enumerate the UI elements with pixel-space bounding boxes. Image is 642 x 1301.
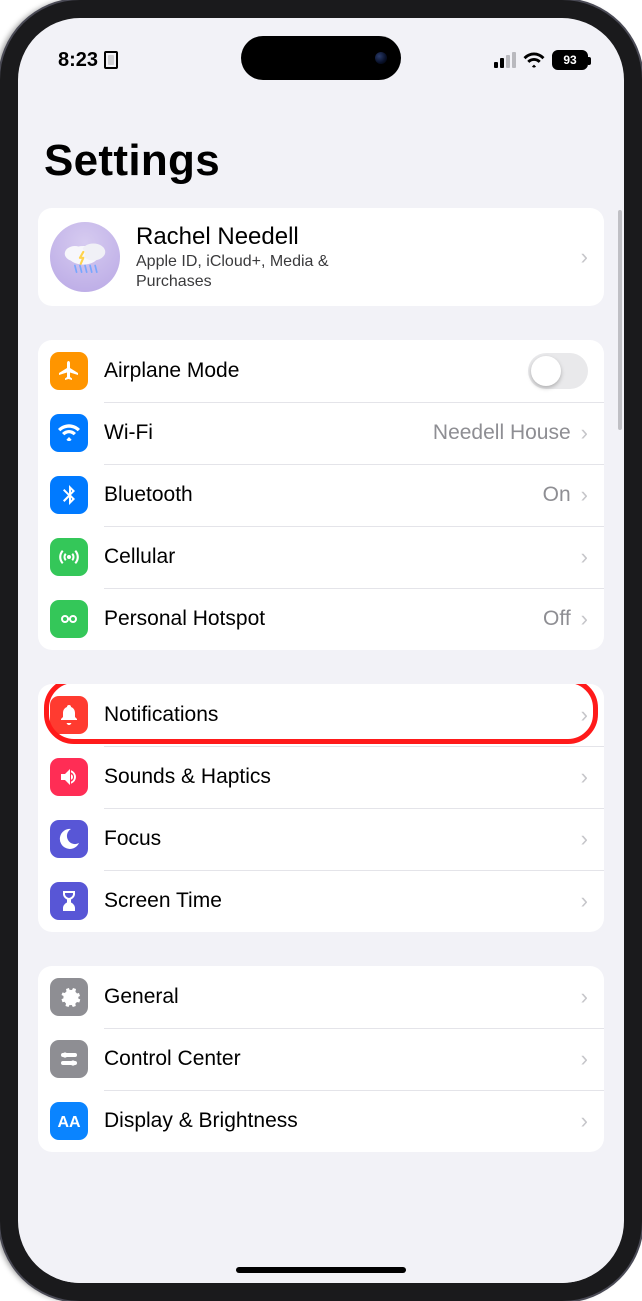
chevron-right-icon: › <box>581 826 588 852</box>
row-label: Control Center <box>104 1047 577 1071</box>
dynamic-island <box>241 36 401 80</box>
chevron-right-icon: › <box>581 702 588 728</box>
row-label: Airplane Mode <box>104 359 528 383</box>
hotspot-icon <box>50 600 88 638</box>
chevron-right-icon: › <box>581 984 588 1010</box>
airplane-mode-row[interactable]: Airplane Mode <box>38 340 604 402</box>
row-value: Off <box>543 607 571 631</box>
speaker-icon <box>50 758 88 796</box>
front-camera-icon <box>375 52 387 64</box>
avatar <box>50 222 120 292</box>
apple-id-row[interactable]: Rachel Needell Apple ID, iCloud+, Media … <box>38 208 604 306</box>
chevron-right-icon: › <box>581 764 588 790</box>
row-label: Screen Time <box>104 889 577 913</box>
svg-text:AA: AA <box>57 1114 81 1131</box>
wifi-icon <box>523 52 545 68</box>
focus-row[interactable]: Focus › <box>38 808 604 870</box>
profile-card: Rachel Needell Apple ID, iCloud+, Media … <box>38 208 604 306</box>
cellular-signal-icon <box>494 52 516 68</box>
bluetooth-row[interactable]: Bluetooth On › <box>38 464 604 526</box>
profile-text: Rachel Needell Apple ID, iCloud+, Media … <box>136 223 561 292</box>
general-row[interactable]: General › <box>38 966 604 1028</box>
row-label: Cellular <box>104 545 577 569</box>
chevron-right-icon: › <box>581 1108 588 1134</box>
chevron-right-icon: › <box>581 420 588 446</box>
page-title: Settings <box>44 136 598 186</box>
hourglass-icon <box>50 882 88 920</box>
gear-icon <box>50 978 88 1016</box>
sim-icon <box>104 51 118 69</box>
row-label: Personal Hotspot <box>104 607 543 631</box>
row-label: General <box>104 985 577 1009</box>
moon-icon <box>50 820 88 858</box>
screen-time-row[interactable]: Screen Time › <box>38 870 604 932</box>
chevron-right-icon: › <box>581 244 588 270</box>
airplane-mode-toggle[interactable] <box>528 353 588 389</box>
device-frame: 8:23 93 Settings R <box>0 0 642 1301</box>
display-icon: AA <box>50 1102 88 1140</box>
row-value: On <box>543 483 571 507</box>
row-label: Sounds & Haptics <box>104 765 577 789</box>
battery-level: 93 <box>552 50 588 70</box>
wifi-row[interactable]: Wi-Fi Needell House › <box>38 402 604 464</box>
profile-subtitle: Apple ID, iCloud+, Media & Purchases <box>136 252 386 292</box>
chevron-right-icon: › <box>581 606 588 632</box>
cellular-icon <box>50 538 88 576</box>
settings-group-connectivity: Airplane Mode Wi-Fi Needell House › Blue… <box>38 340 604 650</box>
content[interactable]: Settings Rachel Needell Apple ID, iCloud… <box>18 80 624 1283</box>
scrollbar[interactable] <box>618 210 622 430</box>
row-label: Wi-Fi <box>104 421 433 445</box>
chevron-right-icon: › <box>581 482 588 508</box>
home-indicator[interactable] <box>236 1267 406 1273</box>
sounds-row[interactable]: Sounds & Haptics › <box>38 746 604 808</box>
hotspot-row[interactable]: Personal Hotspot Off › <box>38 588 604 650</box>
sliders-icon <box>50 1040 88 1078</box>
notifications-row[interactable]: Notifications › <box>38 684 604 746</box>
row-label: Bluetooth <box>104 483 543 507</box>
screen: 8:23 93 Settings R <box>18 18 624 1283</box>
chevron-right-icon: › <box>581 1046 588 1072</box>
airplane-icon <box>50 352 88 390</box>
chevron-right-icon: › <box>581 888 588 914</box>
cellular-row[interactable]: Cellular › <box>38 526 604 588</box>
bell-icon <box>50 696 88 734</box>
row-label: Display & Brightness <box>104 1109 577 1133</box>
status-time: 8:23 <box>58 49 98 72</box>
chevron-right-icon: › <box>581 544 588 570</box>
status-left: 8:23 <box>58 49 118 72</box>
display-brightness-row[interactable]: AA Display & Brightness › <box>38 1090 604 1152</box>
status-right: 93 <box>494 50 588 70</box>
row-value: Needell House <box>433 421 571 445</box>
control-center-row[interactable]: Control Center › <box>38 1028 604 1090</box>
row-label: Notifications <box>104 703 577 727</box>
battery-indicator: 93 <box>552 50 588 70</box>
settings-group-general: General › Control Center › AA Display & … <box>38 966 604 1152</box>
settings-group-notifications: Notifications › Sounds & Haptics › Focus… <box>38 684 604 932</box>
row-label: Focus <box>104 827 577 851</box>
wifi-row-icon <box>50 414 88 452</box>
profile-name: Rachel Needell <box>136 223 561 251</box>
bluetooth-icon <box>50 476 88 514</box>
